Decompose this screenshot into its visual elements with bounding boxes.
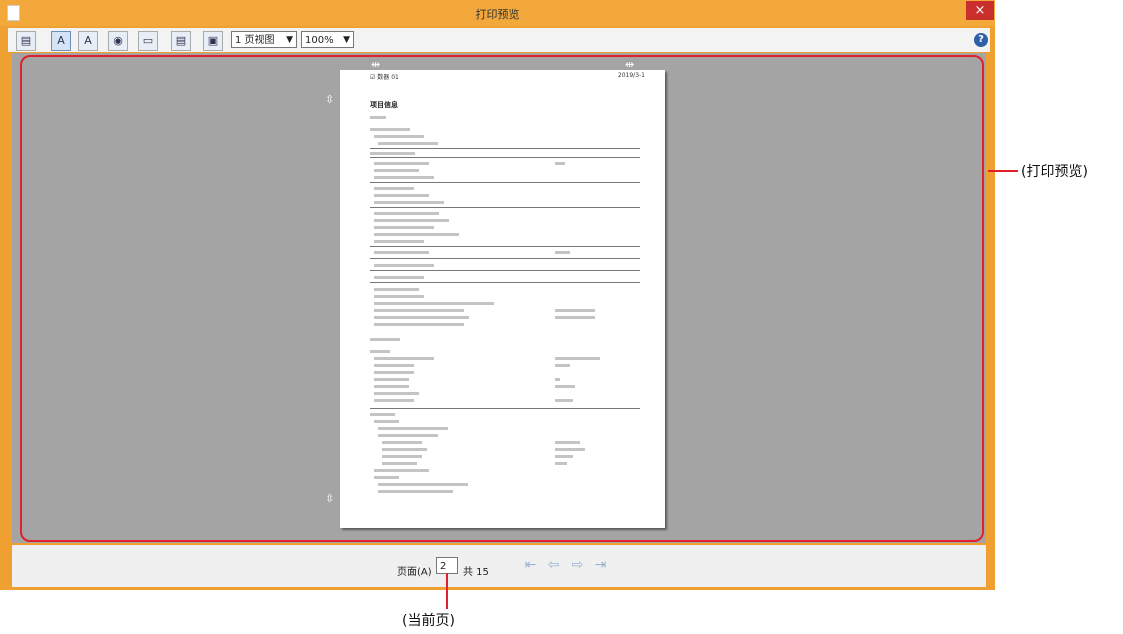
- window-title: 打印预览: [475, 8, 520, 21]
- page-label: 页面(A): [397, 567, 432, 578]
- next-page-icon[interactable]: ⇨: [569, 557, 586, 574]
- current-page-callout-label: (当前页): [402, 613, 455, 629]
- landscape-icon[interactable]: A: [78, 31, 98, 51]
- header-footer-icon[interactable]: ▤: [171, 31, 191, 51]
- page-setup-icon[interactable]: ▭: [138, 31, 158, 51]
- margins-icon[interactable]: ▣: [203, 31, 223, 51]
- toolbar: ▤ A A ◉ ▭ ▤ ▣ 1 页视图 ▼ 100% ▼ ?: [8, 28, 990, 52]
- zoom-select[interactable]: 100% ▼: [301, 31, 354, 48]
- print-preview-window: 打印预览 × ▤ A A ◉ ▭ ▤ ▣ 1 页视图 ▼ 100% ▼ ? ☑ 数器…: [0, 0, 995, 590]
- print-icon[interactable]: ▤: [16, 31, 36, 51]
- help-icon[interactable]: ?: [974, 33, 988, 47]
- preview-callout-label: (打印预览): [1021, 164, 1088, 180]
- settings-icon[interactable]: ◉: [108, 31, 128, 51]
- page-total: 共 15: [463, 567, 489, 578]
- title-bar: 打印预览 ×: [0, 0, 995, 26]
- previous-page-icon[interactable]: ⇦: [545, 557, 562, 574]
- last-page-icon[interactable]: ⇥: [592, 557, 609, 574]
- preview-highlight-frame: [20, 55, 984, 542]
- current-page-input[interactable]: 2: [436, 557, 458, 574]
- first-page-icon[interactable]: ⇤: [522, 557, 539, 574]
- current-page-callout-line: [446, 573, 448, 609]
- status-bar: [12, 545, 986, 587]
- portrait-icon[interactable]: A: [51, 31, 71, 51]
- view-mode-select[interactable]: 1 页视图 ▼: [231, 31, 297, 48]
- preview-callout-line: [988, 170, 1018, 172]
- close-button[interactable]: ×: [966, 1, 994, 20]
